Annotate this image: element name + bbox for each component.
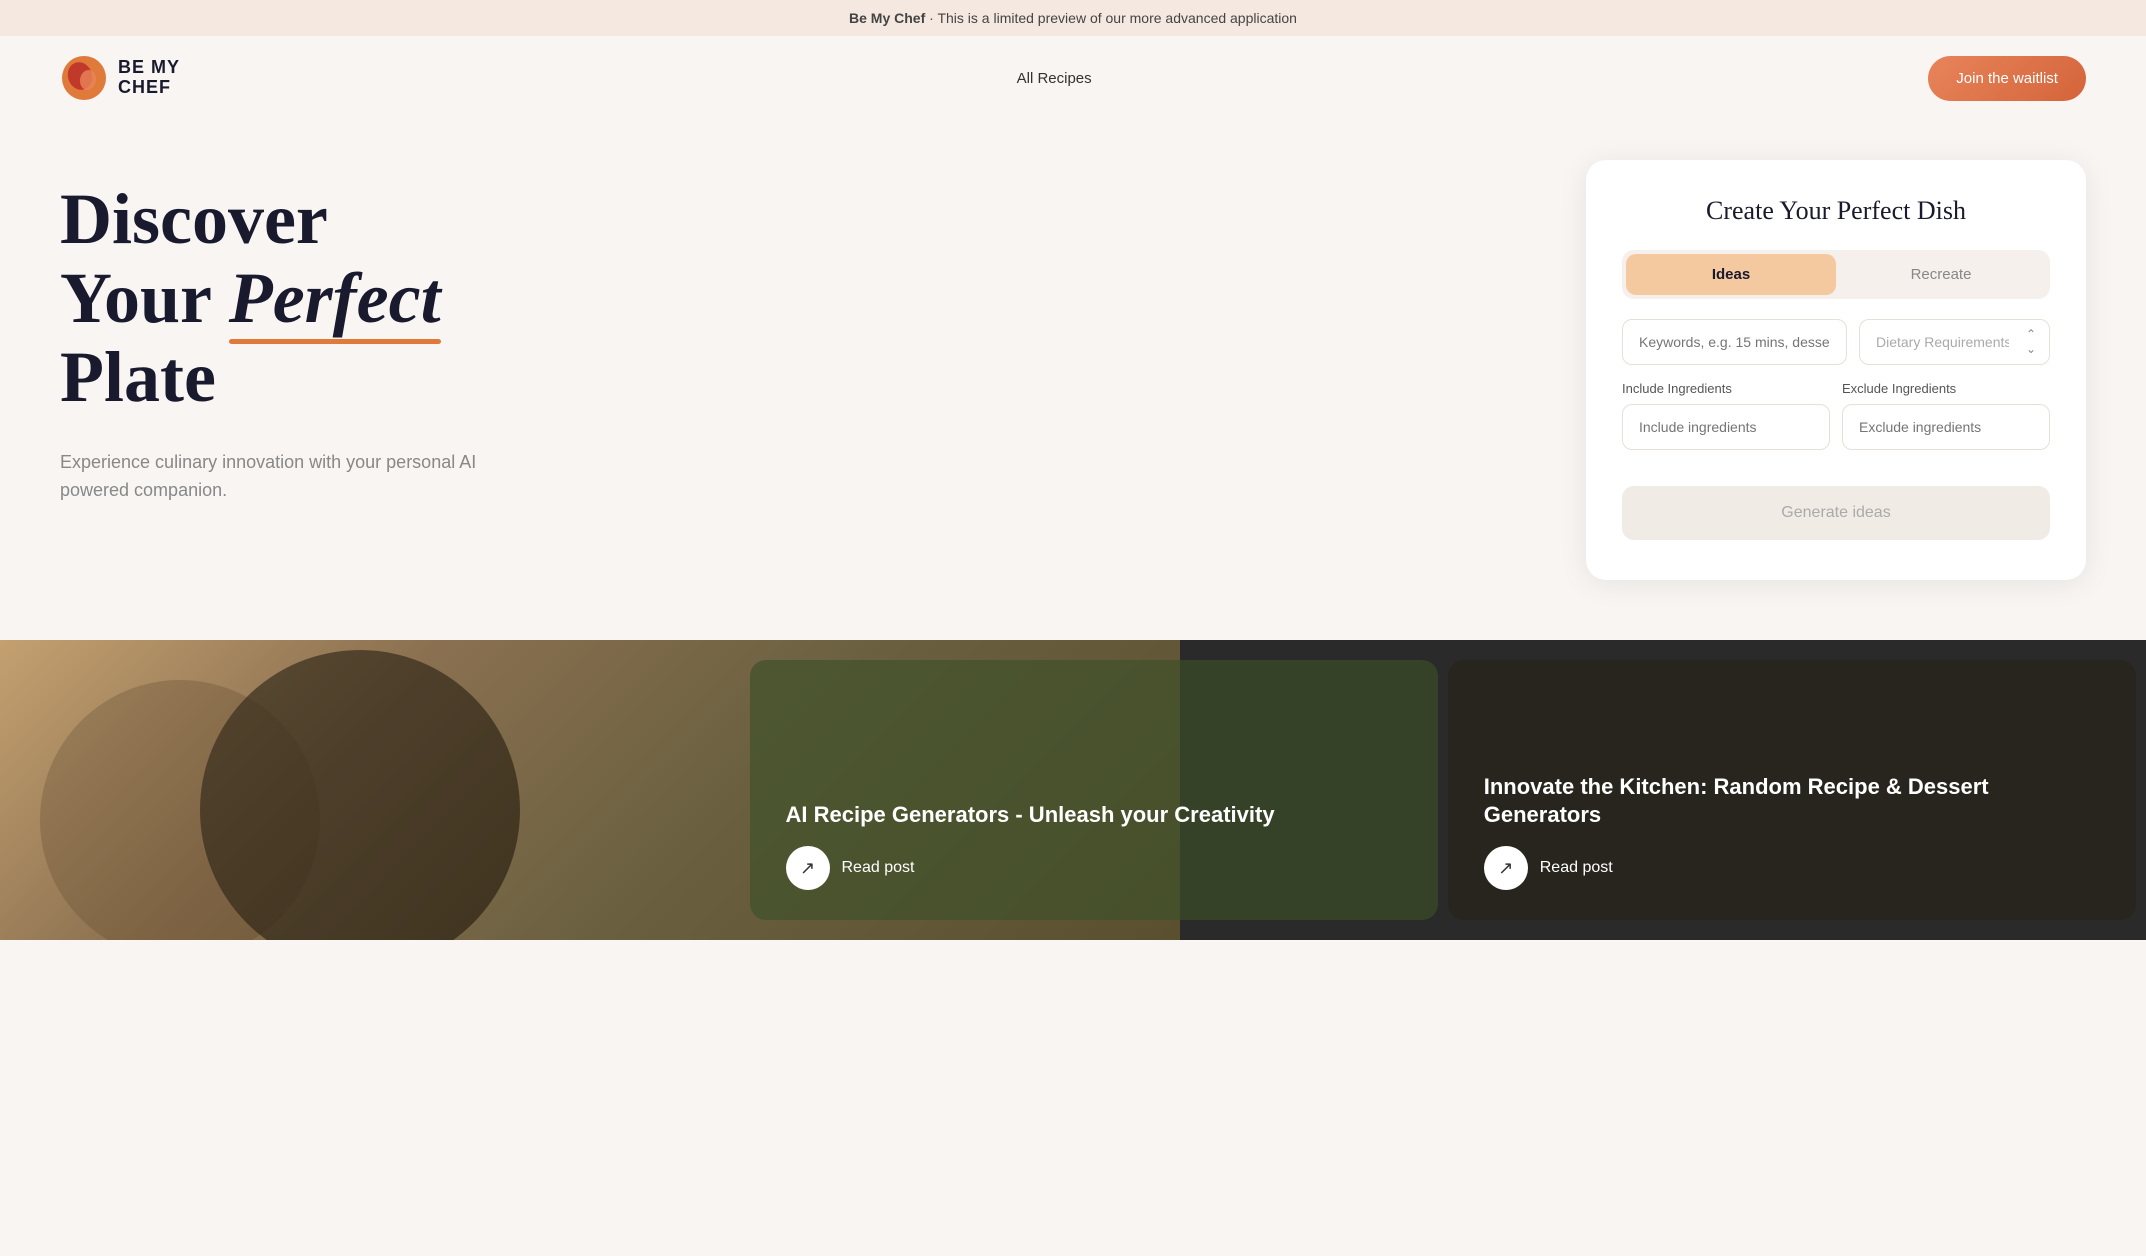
exclude-group: Exclude Ingredients (1842, 381, 2050, 450)
top-banner: Be My Chef · This is a limited preview o… (0, 0, 2146, 36)
generate-ideas-button[interactable]: Generate ideas (1622, 486, 2050, 540)
navbar: BE MY CHEF All Recipes Join the waitlist (0, 36, 2146, 120)
dietary-select-wrapper: Dietary Requirements Vegetarian Vegan Gl… (1859, 319, 2050, 365)
dietary-select[interactable]: Dietary Requirements Vegetarian Vegan Gl… (1859, 319, 2050, 365)
logo-icon (60, 54, 108, 102)
exclude-input[interactable] (1842, 404, 2050, 450)
form-card-title: Create Your Perfect Dish (1622, 196, 2050, 226)
food-overlay: AI Recipe Generators - Unleash your Crea… (0, 640, 2146, 940)
form-tabs: Ideas Recreate (1622, 250, 2050, 299)
hero-left: Discover Your Perfect Plate Experience c… (60, 160, 660, 505)
bottom-card-2: Innovate the Kitchen: Random Recipe & De… (1448, 660, 2136, 920)
banner-separator: · (929, 10, 934, 26)
include-input[interactable] (1622, 404, 1830, 450)
hero-title-line1: Discover (60, 179, 328, 259)
tab-recreate[interactable]: Recreate (1836, 254, 2046, 295)
banner-text: This is a limited preview of our more ad… (937, 10, 1297, 26)
all-recipes-link[interactable]: All Recipes (1017, 70, 1092, 87)
hero-title-line3: Plate (60, 337, 216, 417)
keywords-dietary-row: Dietary Requirements Vegetarian Vegan Gl… (1622, 319, 2050, 365)
hero-title-line2-italic: Perfect (229, 259, 441, 338)
exclude-label: Exclude Ingredients (1842, 381, 2050, 396)
read-post-2-button[interactable]: ↗ Read post (1484, 846, 2100, 890)
tab-ideas[interactable]: Ideas (1626, 254, 1836, 295)
include-group: Include Ingredients (1622, 381, 1830, 450)
hero-subtitle: Experience culinary innovation with your… (60, 448, 510, 506)
bottom-card-1: AI Recipe Generators - Unleash your Crea… (750, 660, 1438, 920)
recipe-form-card: Create Your Perfect Dish Ideas Recreate … (1586, 160, 2086, 580)
hero-title: Discover Your Perfect Plate (60, 180, 660, 418)
read-post-2-label: Read post (1540, 859, 1613, 877)
bottom-strip: AI Recipe Generators - Unleash your Crea… (0, 640, 2146, 940)
bottom-spacer (0, 640, 740, 940)
logo-text: BE MY CHEF (118, 58, 180, 98)
banner-brand: Be My Chef (849, 10, 925, 26)
join-waitlist-button[interactable]: Join the waitlist (1928, 56, 2086, 101)
logo: BE MY CHEF (60, 54, 180, 102)
bottom-card-2-title: Innovate the Kitchen: Random Recipe & De… (1484, 773, 2100, 830)
include-exclude-row: Include Ingredients Exclude Ingredients (1622, 381, 2050, 466)
include-label: Include Ingredients (1622, 381, 1830, 396)
keywords-input[interactable] (1622, 319, 1847, 365)
hero-title-line2-plain: Your (60, 258, 211, 338)
read-post-1-arrow-icon: ↗ (786, 846, 830, 890)
hero-section: Discover Your Perfect Plate Experience c… (0, 120, 2146, 640)
bottom-cards-container: AI Recipe Generators - Unleash your Crea… (0, 640, 2146, 940)
read-post-2-arrow-icon: ↗ (1484, 846, 1528, 890)
bottom-card-1-title: AI Recipe Generators - Unleash your Crea… (786, 801, 1402, 830)
read-post-1-button[interactable]: ↗ Read post (786, 846, 1402, 890)
read-post-1-label: Read post (842, 859, 915, 877)
